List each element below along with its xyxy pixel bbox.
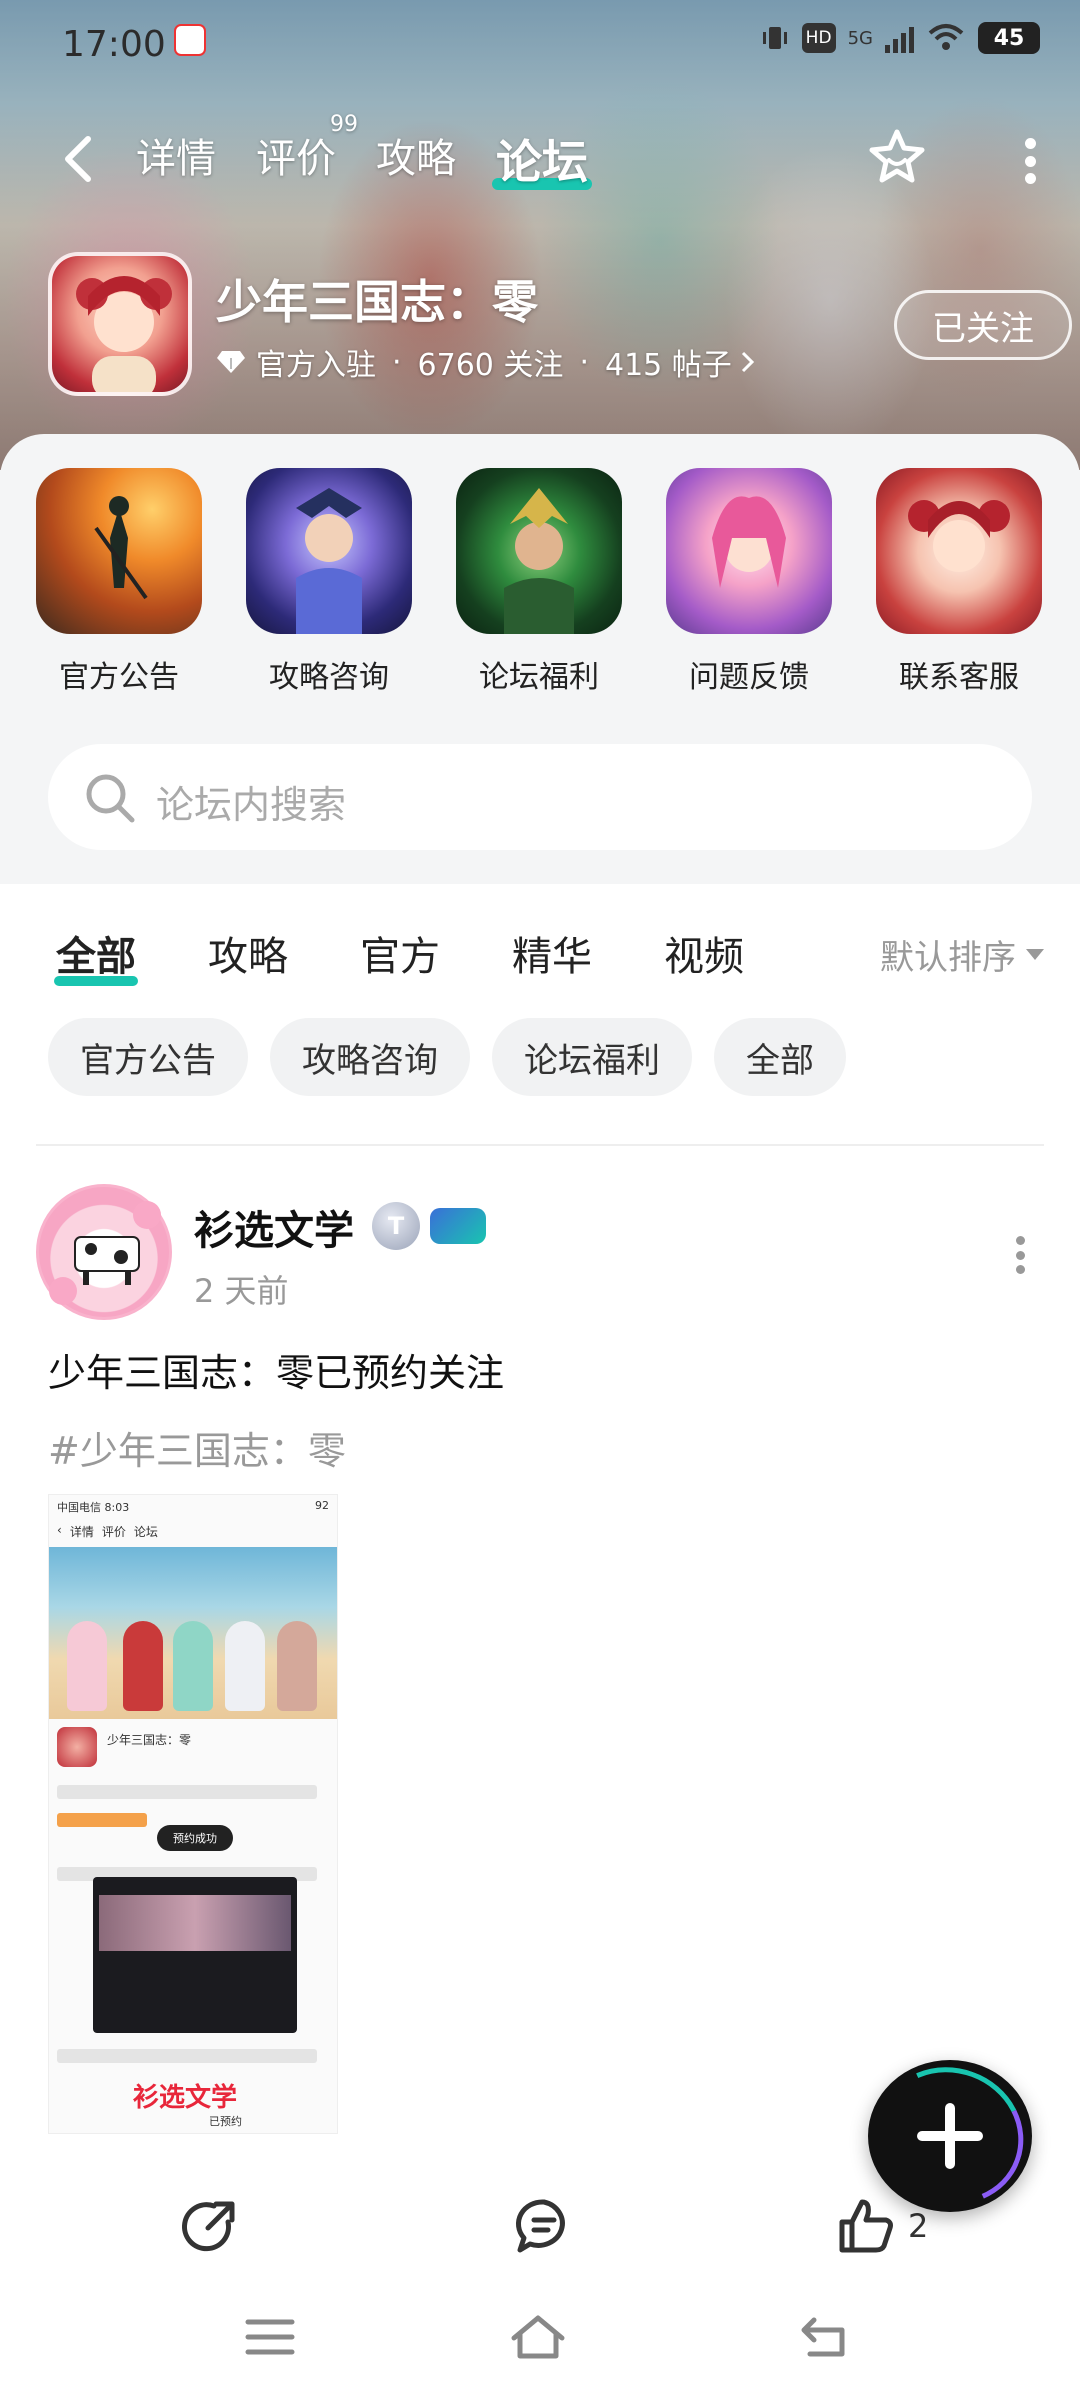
chip-official-notice[interactable]: 官方公告 xyxy=(48,1018,248,1096)
game-character-art xyxy=(76,276,172,392)
shortcut-label: 官方公告 xyxy=(59,660,179,695)
thumbs-up-icon xyxy=(839,2199,893,2253)
wifi-icon xyxy=(928,24,964,50)
follow-button[interactable]: 已关注 xyxy=(894,290,1072,360)
shortcut-welfare[interactable]: 论坛福利 xyxy=(456,468,622,696)
back-arrow-icon[interactable] xyxy=(58,134,98,184)
post-more-icon[interactable] xyxy=(1016,1236,1026,1274)
screenshot-status-bar: 中国电信 8:03 92 xyxy=(57,1499,329,1514)
filter-tab-official[interactable]: 官方 xyxy=(360,924,440,982)
sort-label: 默认排序 xyxy=(880,938,1016,978)
chip-all[interactable]: 全部 xyxy=(714,1018,846,1096)
notification-app-icon xyxy=(174,24,206,56)
hd-icon: HD xyxy=(801,23,836,53)
vibrate-icon xyxy=(762,27,787,49)
level-badge-icon: T xyxy=(372,1202,420,1250)
post-topic-tag[interactable]: #少年三国志：零 xyxy=(48,1420,346,1475)
like-count: 2 xyxy=(908,2207,929,2245)
search-box[interactable]: 论坛内搜索 xyxy=(48,744,1032,850)
screenshot-banner xyxy=(49,1547,337,1719)
chevron-right-icon xyxy=(741,351,754,373)
filter-tab-all[interactable]: 全部 xyxy=(54,924,138,986)
shortcut-label: 联系客服 xyxy=(899,660,1019,695)
comment-icon xyxy=(515,2199,565,2253)
search-placeholder: 论坛内搜索 xyxy=(156,783,347,827)
screenshot-nav: ‹ 详情 评价 论坛 xyxy=(57,1523,158,1539)
chip-guide[interactable]: 攻略咨询 xyxy=(270,1018,470,1096)
status-time: 17:00 xyxy=(62,24,166,65)
guide-icon xyxy=(246,468,412,634)
game-header: 少年三国志：零 官方入驻 · 6760 关注 · 415 帖子 已关注 xyxy=(48,252,1072,397)
post-image[interactable]: 中国电信 8:03 92 ‹ 详情 评价 论坛 少年三国志：零 预约成功 衫选文… xyxy=(48,1494,338,2134)
sort-dropdown[interactable]: 默认排序 xyxy=(880,930,1044,979)
filter-tab-guides[interactable]: 攻略 xyxy=(208,924,288,982)
filter-tab-video[interactable]: 视频 xyxy=(664,924,744,982)
caret-down-icon xyxy=(1026,949,1044,960)
favorite-star-icon[interactable] xyxy=(864,124,930,190)
welfare-icon xyxy=(456,468,622,634)
shortcut-label: 问题反馈 xyxy=(689,660,809,695)
system-navigation-bar xyxy=(0,2270,1080,2408)
official-notice-icon xyxy=(36,468,202,634)
network-type: 5G xyxy=(847,27,873,49)
share-button[interactable] xyxy=(180,2196,240,2256)
shortcut-label: 攻略咨询 xyxy=(269,660,389,695)
game-name: 少年三国志：零 xyxy=(216,275,538,329)
shortcut-guide[interactable]: 攻略咨询 xyxy=(246,468,412,696)
customer-service-icon xyxy=(876,468,1042,634)
post-title[interactable]: 少年三国志：零已预约关注 xyxy=(48,1342,504,1397)
filter-tab-featured[interactable]: 精华 xyxy=(512,924,592,982)
tab-details[interactable]: 详情 xyxy=(136,126,216,192)
chip-welfare[interactable]: 论坛福利 xyxy=(492,1018,692,1096)
like-button[interactable]: 2 xyxy=(836,2196,928,2256)
tab-forum[interactable]: 论坛 xyxy=(492,126,592,192)
forum-panel: 官方公告 攻略咨询 论坛福利 问题反馈 联系客服 论坛内搜索 xyxy=(0,434,1080,884)
back-icon[interactable] xyxy=(796,2312,852,2362)
plus-icon xyxy=(917,2103,983,2169)
screenshot-game-name: 少年三国志：零 xyxy=(107,1733,192,1747)
divider xyxy=(36,1144,1044,1146)
feedback-icon xyxy=(666,468,832,634)
shortcut-official-notice[interactable]: 官方公告 xyxy=(36,468,202,696)
home-icon[interactable] xyxy=(510,2312,566,2362)
filter-tabs: 全部 攻略 官方 精华 视频 xyxy=(54,924,744,986)
author-avatar[interactable] xyxy=(36,1184,172,1320)
comment-button[interactable] xyxy=(514,2196,574,2256)
game-meta[interactable]: 官方入驻 · 6760 关注 · 415 帖子 xyxy=(216,340,758,384)
author-name[interactable]: 衫选文学 xyxy=(194,1198,354,1256)
screenshot-toast: 预约成功 xyxy=(157,1825,233,1851)
create-post-button[interactable] xyxy=(868,2060,1032,2212)
signal-icon xyxy=(885,23,914,53)
post-time: 2 天前 xyxy=(194,1272,289,1310)
game-badge-icon xyxy=(430,1208,486,1244)
share-icon xyxy=(182,2201,235,2252)
battery-icon: 45 xyxy=(978,22,1040,54)
screenshot-status-text: 已预约 xyxy=(209,2115,242,2128)
game-icon xyxy=(48,252,192,396)
post-feed: 全部 攻略 官方 精华 视频 默认排序 官方公告 攻略咨询 论坛福利 全部 衫选… xyxy=(0,884,1080,2184)
followers-count: 6760 关注 xyxy=(417,348,564,383)
search-icon xyxy=(86,774,135,823)
posts-count: 415 帖子 xyxy=(604,348,732,383)
official-label: 官方入驻 xyxy=(256,348,376,383)
diamond-icon xyxy=(217,351,245,373)
shortcut-feedback[interactable]: 问题反馈 xyxy=(666,468,832,696)
menu-icon[interactable] xyxy=(242,2312,298,2362)
screenshot-watermark: 衫选文学 xyxy=(133,2083,238,2113)
review-count-badge: 99 xyxy=(330,112,358,137)
top-navigation: 详情 评价 99 攻略 论坛 xyxy=(0,112,1080,200)
status-indicators: HD 5G 45 xyxy=(760,22,1040,54)
screenshot-game-icon xyxy=(57,1727,97,1767)
status-bar: 17:00 HD 5G 45 xyxy=(0,14,1080,74)
shortcut-row: 官方公告 攻略咨询 论坛福利 问题反馈 联系客服 xyxy=(36,468,1042,696)
shortcut-customer-service[interactable]: 联系客服 xyxy=(876,468,1042,696)
shortcut-label: 论坛福利 xyxy=(479,660,599,695)
tab-guides[interactable]: 攻略 xyxy=(376,126,456,192)
category-chips: 官方公告 攻略咨询 论坛福利 全部 xyxy=(48,1018,846,1096)
screenshot-overlay xyxy=(93,1877,297,2033)
more-options-icon[interactable] xyxy=(1024,138,1036,184)
tab-bar: 详情 评价 99 攻略 论坛 xyxy=(136,112,592,192)
tab-reviews[interactable]: 评价 99 xyxy=(256,112,358,192)
